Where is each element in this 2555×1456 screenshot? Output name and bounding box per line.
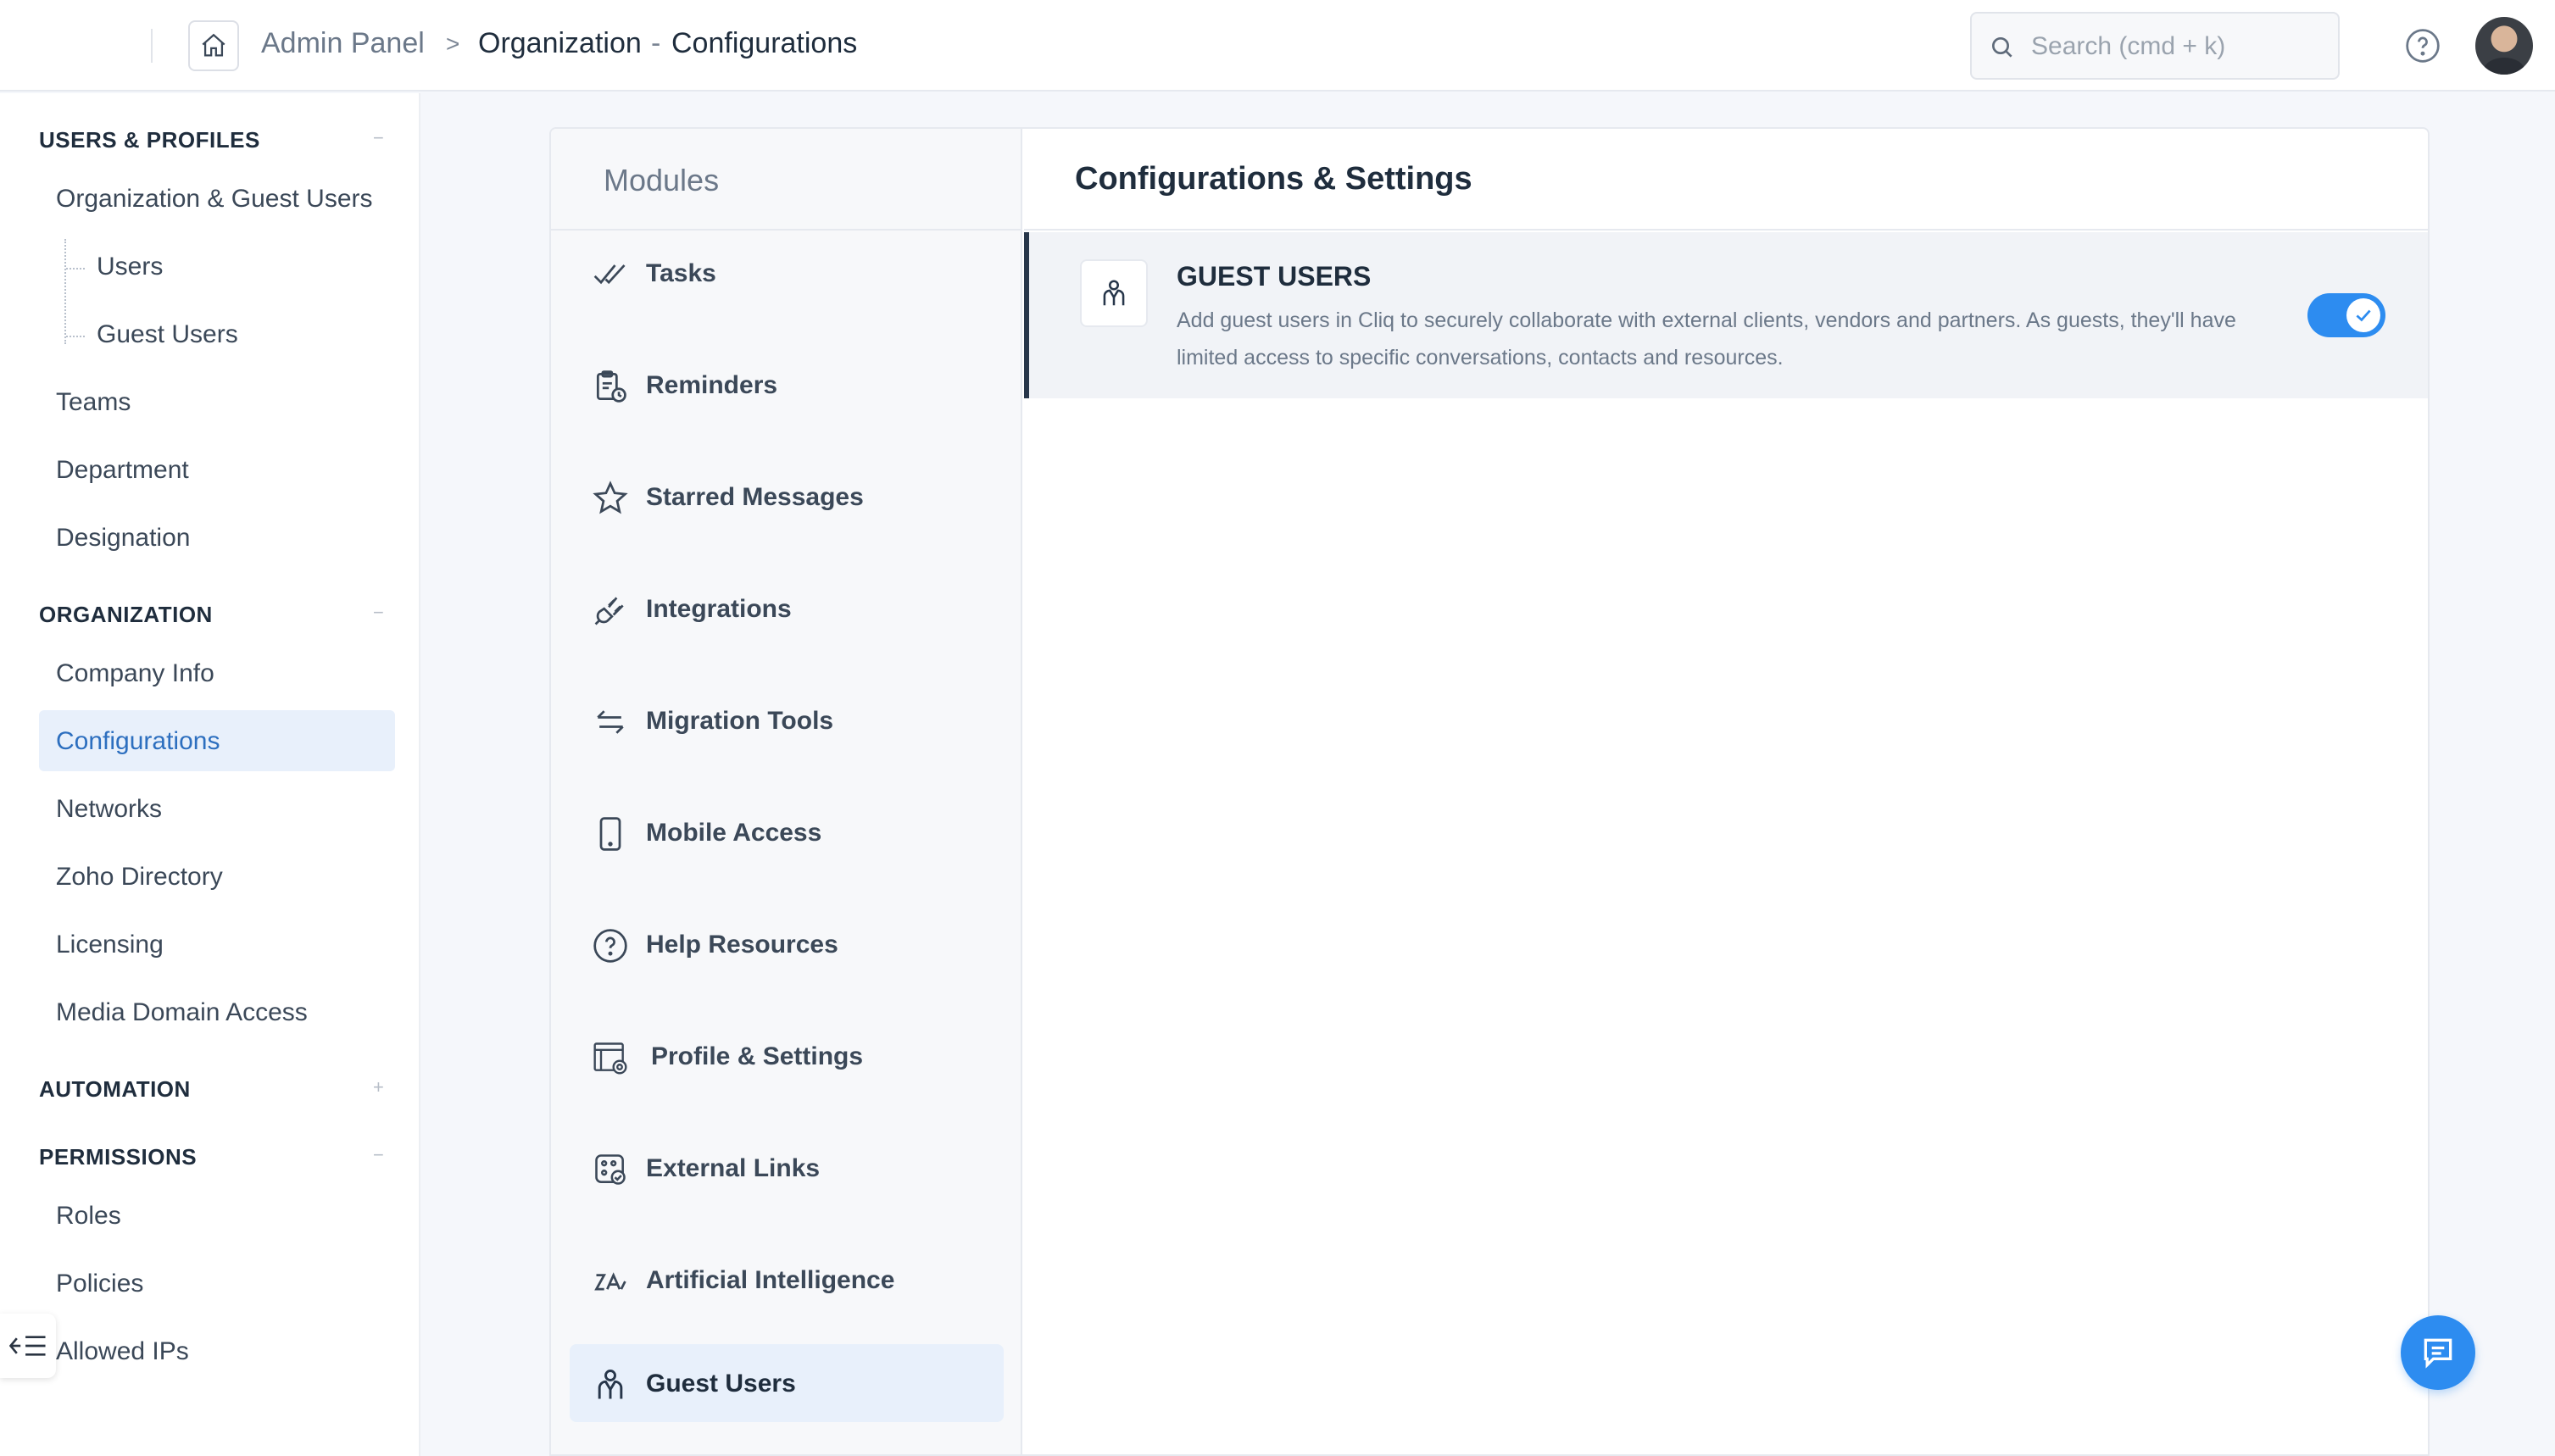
sidebar-item-licensing[interactable]: Licensing [56,931,164,959]
toggle-knob [2346,298,2380,332]
profile-settings-icon [593,1042,627,1075]
top-header: Admin Panel > Organization - Configurati… [0,0,2555,92]
plug-icon [594,597,624,625]
home-icon [202,33,225,57]
section-collapse-toggle[interactable]: − [373,602,384,624]
guest-users-toggle[interactable] [2307,293,2385,337]
guest-users-description: Add guest users in Cliq to securely coll… [1177,308,2236,370]
settings-title: Configurations & Settings [1075,161,1472,197]
module-label: Tasks [646,259,716,287]
tasks-icon [593,264,626,285]
section-users-profiles[interactable]: USERS & PROFILES [39,127,260,153]
modules-panel: Modules Tasks Reminders Starred Messages [551,129,1022,1454]
search-box[interactable] [1970,12,2340,80]
breadcrumb-organization: Organization [478,27,642,59]
section-collapse-toggle[interactable]: − [373,127,384,149]
tree-branch [66,268,85,270]
help-icon[interactable] [2404,27,2441,64]
section-automation[interactable]: AUTOMATION [39,1076,191,1103]
sidebar-item-designation[interactable]: Designation [56,524,190,553]
tree-line [64,239,66,344]
module-item-tasks[interactable]: Tasks [570,234,1004,312]
sidebar-item-media-domain-access[interactable]: Media Domain Access [56,998,308,1027]
reminders-icon [596,370,626,403]
module-item-integrations[interactable]: Integrations [570,570,1004,647]
breadcrumb-dash: - [651,27,661,59]
module-label: Mobile Access [646,819,822,847]
collapse-menu-icon [9,1336,46,1356]
guest-user-icon-tile [1080,259,1148,327]
module-item-guest-users[interactable]: Guest Users [570,1344,1004,1422]
ai-icon [594,1272,626,1291]
module-label: Artificial Intelligence [646,1266,895,1294]
migration-icon [597,710,624,734]
sidebar-item-configurations[interactable]: Configurations [56,727,220,756]
check-icon [2356,309,2371,322]
sidebar-item-roles[interactable]: Roles [56,1202,121,1231]
sidebar-item-allowed-ips[interactable]: Allowed IPs [56,1337,189,1366]
chat-icon [2424,1338,2452,1369]
section-collapse-toggle[interactable]: − [373,1144,384,1166]
search-icon [1992,37,2012,58]
module-label: Integrations [646,595,792,623]
tree-branch [66,336,85,337]
guest-user-icon [1103,280,1125,306]
sidebar-item-company-info[interactable]: Company Info [56,659,214,688]
module-label: Profile & Settings [651,1042,864,1070]
star-icon [593,481,628,514]
modules-title: Modules [604,163,720,197]
section-expand-toggle[interactable]: + [373,1076,384,1098]
sidebar-item-guest-users[interactable]: Guest Users [97,320,238,349]
user-avatar[interactable] [2475,17,2533,75]
home-button[interactable] [188,20,239,71]
section-organization[interactable]: ORGANIZATION [39,602,213,628]
module-label: Guest Users [646,1370,796,1398]
sidebar-item-org-guest-users[interactable]: Organization & Guest Users [56,185,373,214]
module-label: Reminders [646,371,778,399]
help-circle-icon [593,929,627,963]
module-label: External Links [646,1154,821,1182]
module-item-mobile-access[interactable]: Mobile Access [570,793,1004,871]
settings-header: Configurations & Settings [1024,129,2428,231]
module-item-artificial-intelligence[interactable]: Artificial Intelligence [570,1241,1004,1319]
breadcrumb-admin-panel[interactable]: Admin Panel [261,27,425,60]
modules-header: Modules [551,129,1022,231]
collapse-sidebar-button[interactable] [0,1314,56,1378]
sidebar-item-networks[interactable]: Networks [56,795,162,824]
admin-sidebar: USERS & PROFILES − Organization & Guest … [0,93,420,1456]
sidebar-item-policies[interactable]: Policies [56,1270,143,1298]
mobile-icon [599,817,621,851]
external-links-icon [595,1154,626,1185]
module-item-external-links[interactable]: External Links [570,1129,1004,1207]
guest-users-setting-row: GUEST USERS Add guest users in Cliq to s… [1024,232,2428,398]
module-item-help-resources[interactable]: Help Resources [570,905,1004,983]
module-item-profile-settings[interactable]: Profile & Settings [570,1017,1004,1095]
chat-button[interactable] [2401,1315,2475,1390]
configurations-card: Modules Tasks Reminders Starred Messages [549,127,2430,1456]
guest-user-icon [598,1370,623,1399]
module-label: Help Resources [646,931,838,959]
sidebar-item-users[interactable]: Users [97,253,163,281]
header-divider [151,29,153,63]
sidebar-item-department[interactable]: Department [56,456,189,485]
page-title: Configurations [671,27,858,59]
sidebar-item-zoho-directory[interactable]: Zoho Directory [56,863,223,892]
section-permissions[interactable]: PERMISSIONS [39,1144,197,1170]
search-input[interactable] [2031,25,2328,68]
module-label: Starred Messages [646,483,864,511]
module-label: Migration Tools [646,707,834,735]
module-item-reminders[interactable]: Reminders [570,346,1004,424]
guest-users-title: GUEST USERS [1177,261,1372,292]
sidebar-item-teams[interactable]: Teams [56,388,131,417]
module-item-migration-tools[interactable]: Migration Tools [570,681,1004,759]
breadcrumb-separator: > [446,31,460,57]
module-item-starred-messages[interactable]: Starred Messages [570,458,1004,536]
